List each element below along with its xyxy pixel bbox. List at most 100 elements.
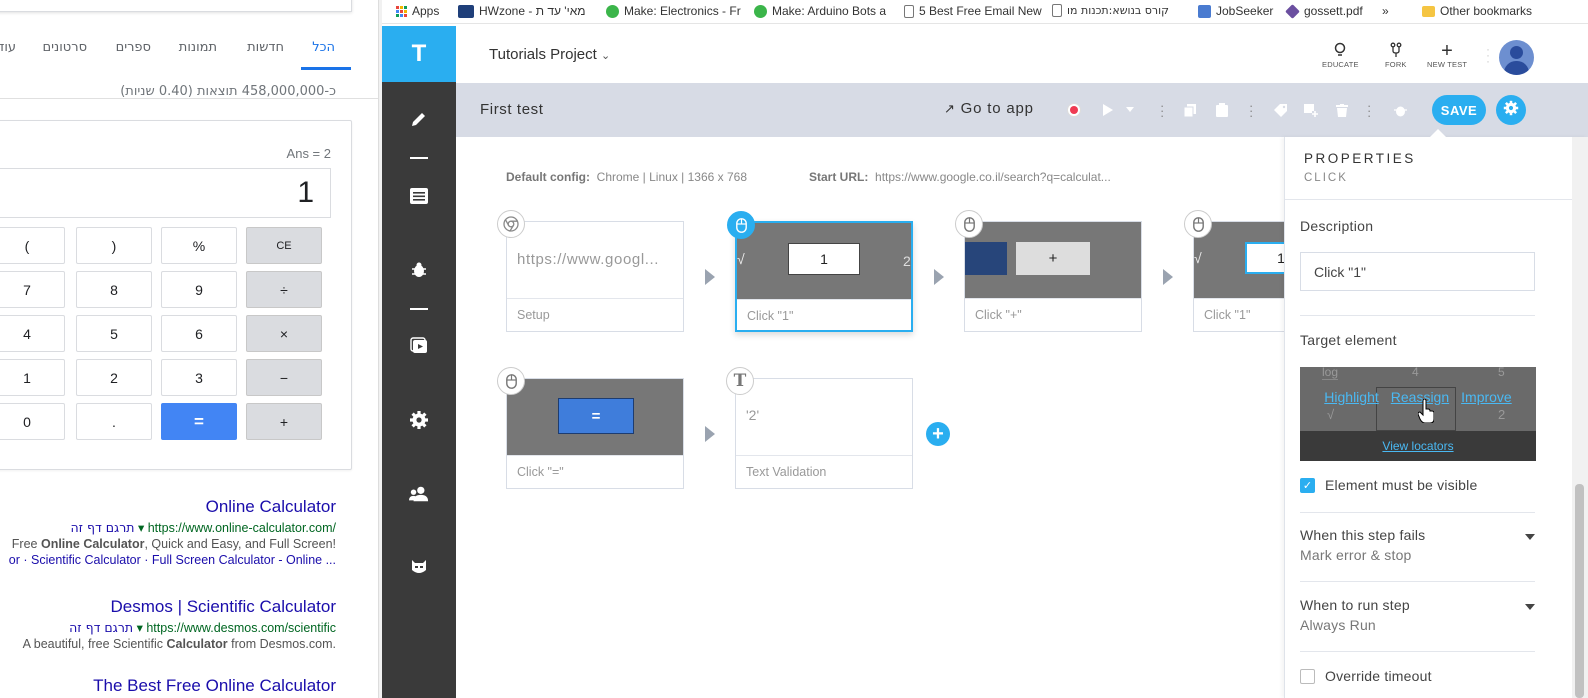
calc-key[interactable]: × (246, 315, 322, 352)
calc-key[interactable]: ) (76, 227, 152, 264)
target-bg-log: log (1322, 367, 1339, 380)
bookmark-apps[interactable]: Apps (396, 4, 439, 18)
result-best-free: The Best Free Online Calculator (93, 676, 336, 696)
media-playlist-icon[interactable] (409, 336, 429, 356)
tag-icon[interactable] (1273, 103, 1287, 117)
default-config[interactable]: Default config: Chrome | Linux | 1366 x … (506, 170, 747, 184)
start-url[interactable]: Start URL: https://www.google.co.il/sear… (809, 170, 1111, 184)
target-bg-five: 5 (1498, 367, 1505, 379)
bug-report-icon[interactable] (1393, 103, 1407, 117)
bookmark-other[interactable]: Other bookmarks (1422, 4, 1532, 18)
properties-panel: PROPERTIES CLICK Description Target elem… (1284, 137, 1588, 698)
list-icon[interactable] (409, 186, 429, 206)
step-text-validation[interactable]: '2' Text Validation T (726, 367, 913, 489)
go-to-app-button[interactable]: ↗ Go to app (944, 100, 1034, 117)
copy-icon[interactable] (1183, 103, 1197, 117)
bug-icon[interactable] (409, 260, 429, 280)
add-group-icon[interactable] (1304, 103, 1318, 117)
make-apple-icon (606, 4, 619, 18)
element-visible-checkbox[interactable]: ✓ (1300, 478, 1315, 493)
calc-key[interactable]: 0 (0, 403, 65, 440)
active-tab-underline (301, 67, 351, 70)
tab-books[interactable]: ספרים (116, 40, 151, 55)
calc-key[interactable]: % (161, 227, 237, 264)
tab-more[interactable]: עוד (0, 40, 16, 55)
override-timeout-checkbox[interactable] (1300, 669, 1315, 684)
bookmark-gossett[interactable]: gossett.pdf (1285, 3, 1363, 19)
testim-logo[interactable]: T (382, 26, 456, 82)
dropdown-arrow-icon[interactable]: ▾ (137, 621, 143, 635)
play-icon[interactable] (1101, 103, 1115, 117)
description-input[interactable] (1300, 252, 1535, 291)
bookmark-make-electronics[interactable]: Make: Electronics - Fr (606, 4, 741, 18)
settings-gear-button[interactable] (1496, 95, 1526, 125)
translate-link[interactable]: תרגם דף זה (69, 620, 133, 635)
step-arrow (705, 269, 715, 285)
calc-key[interactable]: CE (246, 227, 322, 264)
override-timeout-label: Override timeout (1325, 668, 1432, 684)
calc-key[interactable]: 9 (161, 271, 237, 308)
educate-button[interactable]: EDUCATE (1322, 42, 1359, 69)
record-button[interactable] (1067, 103, 1081, 117)
calc-key[interactable]: . (76, 403, 152, 440)
project-selector[interactable]: Tutorials Project ⌄ (489, 46, 610, 63)
step-click-equals[interactable]: = Click "=" (497, 367, 684, 489)
test-name[interactable]: First test (480, 101, 544, 118)
calc-key[interactable]: 8 (76, 271, 152, 308)
bookmark-email[interactable]: 5 Best Free Email New (904, 4, 1042, 18)
calc-key[interactable]: = (161, 403, 237, 440)
clipboard-icon[interactable] (1215, 103, 1229, 117)
mask-icon[interactable] (409, 557, 429, 577)
calc-key[interactable]: ( (0, 227, 65, 264)
view-locators-link[interactable]: View locators (1382, 439, 1453, 453)
step-click-plus[interactable]: + Click "+" (955, 210, 1142, 332)
bookmark-course[interactable]: קורס בנושא:תכנות מו (1052, 4, 1169, 17)
tab-videos[interactable]: סרטונים (43, 40, 87, 55)
gear-icon[interactable] (409, 410, 429, 430)
properties-scrollbar[interactable] (1572, 137, 1588, 698)
dropdown-arrow-icon[interactable]: ▾ (138, 521, 144, 535)
result-title[interactable]: Desmos | Scientific Calculator (23, 597, 337, 617)
calc-key[interactable]: 6 (161, 315, 237, 352)
improve-link[interactable]: Improve (1461, 389, 1512, 405)
play-options-caret-icon[interactable] (1126, 102, 1134, 116)
calc-key[interactable]: + (246, 403, 322, 440)
add-step-button[interactable]: + (926, 422, 950, 446)
avatar[interactable] (1499, 40, 1534, 75)
calc-key[interactable]: 4 (0, 315, 65, 352)
scrollbar-thumb[interactable] (1575, 484, 1584, 698)
calc-key[interactable]: ÷ (246, 271, 322, 308)
bookmark-hwzone[interactable]: HWzone - מאי' עד ת (458, 4, 585, 18)
tab-news[interactable]: חדשות (247, 40, 284, 55)
result-title[interactable]: Online Calculator (9, 497, 336, 517)
bookmark-make-arduino[interactable]: Make: Arduino Bots a (754, 4, 886, 18)
bookmark-jobseeker[interactable]: JobSeeker (1198, 4, 1273, 18)
fork-button[interactable]: FORK (1385, 42, 1407, 69)
pencil-icon[interactable] (409, 109, 429, 129)
save-button[interactable]: SAVE (1432, 95, 1486, 125)
users-icon[interactable] (409, 484, 429, 504)
step-click-1-selected[interactable]: √ 1 2 Click "1" (727, 211, 913, 332)
calc-key[interactable]: 5 (76, 315, 152, 352)
calc-key[interactable]: − (246, 359, 322, 396)
thumb-sqrt: √ (1194, 250, 1202, 266)
properties-title: PROPERTIES (1304, 151, 1416, 166)
folder-icon (1422, 5, 1435, 17)
step-label: Click "1" (737, 299, 911, 330)
calc-key[interactable]: 3 (161, 359, 237, 396)
new-test-button[interactable]: + NEW TEST (1427, 41, 1467, 69)
highlight-link[interactable]: Highlight (1324, 389, 1378, 405)
calc-key[interactable]: 2 (76, 359, 152, 396)
bookmarks-overflow[interactable]: » (1382, 4, 1389, 18)
result-title[interactable]: The Best Free Online Calculator (93, 676, 336, 696)
test-canvas: Default config: Chrome | Linux | 1366 x … (456, 137, 1371, 698)
tab-all[interactable]: הכל (312, 40, 335, 55)
tab-images[interactable]: תמונות (179, 40, 217, 55)
step-setup[interactable]: https://www.googl... Setup (497, 210, 684, 332)
calc-key[interactable]: 1 (0, 359, 65, 396)
trash-icon[interactable] (1335, 103, 1349, 117)
calc-key[interactable]: 7 (0, 271, 65, 308)
translate-link[interactable]: תרגם דף זה (70, 520, 134, 535)
bookmark-label: קורס בנושא:תכנות מו (1067, 4, 1169, 17)
result-sitelinks[interactable]: or · Scientific Calculator · Full Screen… (9, 553, 336, 567)
